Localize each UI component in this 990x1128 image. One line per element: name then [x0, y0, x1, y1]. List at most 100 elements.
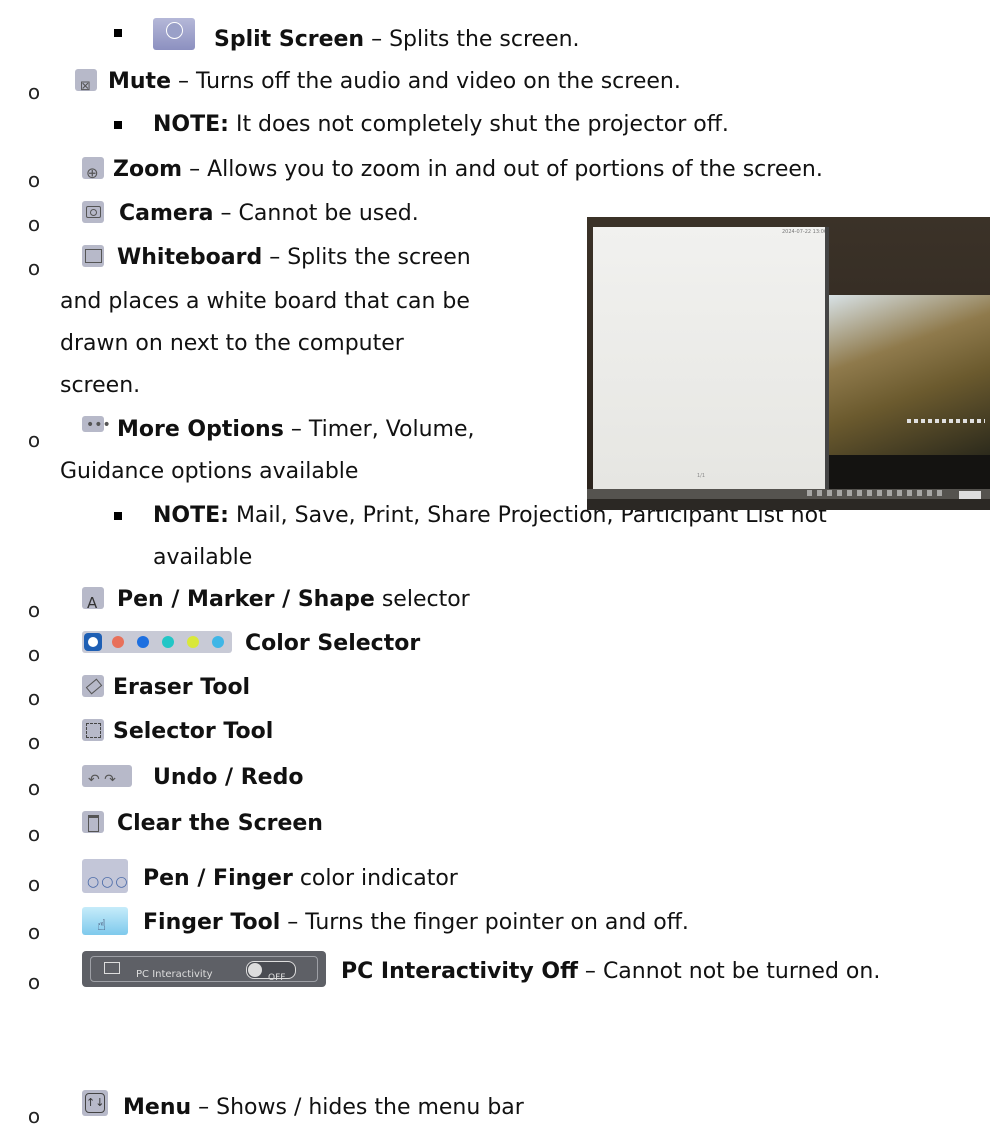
separator: –: [213, 201, 239, 226]
off-label: OFF: [268, 973, 286, 983]
item-title: Split Screen: [214, 27, 365, 52]
separator: –: [280, 910, 306, 935]
list-item: Color Selector: [82, 629, 420, 659]
whiteboard-panel: [593, 227, 825, 489]
item-title: PC Interactivity Off: [341, 959, 578, 984]
item-description: Cannot not be turned on.: [602, 959, 881, 984]
item-description-line: screen.: [60, 373, 141, 398]
circle-bullet: o: [27, 686, 41, 710]
separator: [229, 503, 236, 528]
item-title: Color Selector: [245, 631, 421, 656]
separator: [293, 866, 300, 891]
circle-bullet: o: [27, 776, 41, 800]
pc-interactivity-toggle: PC Interactivity OFF: [82, 951, 326, 987]
pen-icon: A: [82, 587, 104, 612]
circle-bullet: o: [27, 1104, 41, 1128]
item-description: Turns off the audio and video on the scr…: [196, 69, 681, 94]
list-item: Whiteboard – Splits the screen: [82, 243, 471, 273]
list-item: Camera – Cannot be used.: [82, 199, 419, 229]
item-title: Whiteboard: [117, 245, 263, 270]
item-title: Pen / Marker / Shape: [117, 587, 375, 612]
more-options-icon: •••: [82, 416, 111, 433]
circle-bullet: o: [27, 642, 41, 666]
list-item: A Pen / Marker / Shape selector: [82, 585, 470, 615]
list-item: PC Interactivity OFF PC Interactivity Of…: [82, 951, 880, 987]
list-item: ⊕ Zoom – Allows you to zoom in and out o…: [82, 155, 823, 185]
separator: –: [171, 69, 196, 94]
zoom-icon: ⊕: [82, 157, 104, 182]
circle-bullet: o: [27, 428, 41, 452]
item-description-line: and places a white board that can be: [60, 289, 470, 314]
item-title: Zoom: [113, 157, 183, 182]
item-title: Menu: [123, 1095, 192, 1120]
list-item: Clear the Screen: [82, 809, 323, 839]
item-title: Eraser Tool: [113, 675, 251, 700]
item-title: NOTE:: [153, 503, 229, 528]
item-description: Cannot be used.: [238, 201, 419, 226]
item-title: Clear the Screen: [117, 811, 323, 836]
eraser-icon: [82, 675, 104, 697]
circle-bullet: o: [27, 598, 41, 622]
item-description: Allows you to zoom in and out of portion…: [207, 157, 823, 182]
finger-icon: ☝: [82, 907, 128, 935]
list-item: Eraser Tool: [82, 673, 250, 703]
trash-icon: [82, 811, 104, 833]
mute-icon: ⊠: [75, 69, 97, 94]
item-title: Selector Tool: [113, 719, 274, 744]
pen-finger-icon: ○○○: [82, 859, 128, 893]
color-swatches: [82, 631, 232, 653]
square-bullet: [114, 29, 122, 37]
circle-bullet: o: [27, 256, 41, 280]
item-title: Pen / Finger: [143, 866, 293, 891]
list-item: Selector Tool: [82, 717, 273, 747]
item-description: color indicator: [299, 866, 458, 891]
list-item: ••• More Options – Timer, Volume,: [82, 415, 475, 445]
separator: [229, 112, 236, 137]
item-title: NOTE:: [153, 112, 229, 137]
separator: [375, 587, 382, 612]
circle-bullet: o: [27, 80, 41, 104]
item-title: Mute: [108, 69, 171, 94]
circle-bullet: o: [27, 822, 41, 846]
camera-icon: [82, 201, 104, 223]
split-screen-icon: Split Screen: [153, 18, 195, 58]
item-description: It does not completely shut the projecto…: [235, 112, 729, 137]
menu-icon: ↑↓: [82, 1090, 108, 1116]
circle-bullet: o: [27, 920, 41, 944]
item-description: Splits the screen.: [389, 27, 580, 52]
photo-timestamp: 2024-07-22 13:06: [782, 229, 828, 235]
item-description: selector: [381, 587, 470, 612]
list-item: ↑↓ Menu – Shows / hides the menu bar: [82, 1090, 524, 1123]
separator: –: [364, 27, 390, 52]
selector-icon: [82, 719, 104, 741]
separator: –: [191, 1095, 217, 1120]
circle-bullet: o: [27, 168, 41, 192]
separator: –: [182, 157, 208, 182]
square-bullet: [114, 512, 122, 520]
separator: –: [283, 417, 309, 442]
item-description: Shows / hides the menu bar: [216, 1095, 524, 1120]
list-item: ☝ Finger Tool – Turns the finger pointer…: [82, 907, 689, 938]
item-description: Turns the finger pointer on and off.: [305, 910, 689, 935]
square-bullet: [114, 121, 122, 129]
whiteboard-pager: 1/1: [697, 473, 706, 479]
item-description: Splits the screen: [287, 245, 471, 270]
list-item: ○○○ Pen / Finger color indicator: [82, 859, 458, 894]
list-item: ⊠ Mute – Turns off the audio and video o…: [75, 67, 681, 97]
separator: –: [577, 959, 603, 984]
undo-redo-icon: ↶ ↷: [82, 765, 132, 788]
item-title: Undo / Redo: [153, 765, 304, 790]
pc-interactivity-label: PC Interactivity: [136, 969, 213, 980]
circle-bullet: o: [27, 730, 41, 754]
list-item: Split Screen Split Screen – Splits the s…: [153, 18, 580, 58]
separator: –: [262, 245, 288, 270]
whiteboard-icon: [82, 245, 104, 267]
split-screen-icon-label: Split Screen: [155, 52, 185, 58]
whiteboard-photo: 2024-07-22 13:06 1/1: [587, 217, 990, 510]
circle-bullet: o: [27, 212, 41, 236]
item-title: Camera: [119, 201, 214, 226]
list-item: NOTE: It does not completely shut the pr…: [153, 110, 729, 140]
item-description: Timer, Volume,: [308, 417, 475, 442]
item-title: Finger Tool: [143, 910, 281, 935]
circle-bullet: o: [27, 970, 41, 994]
